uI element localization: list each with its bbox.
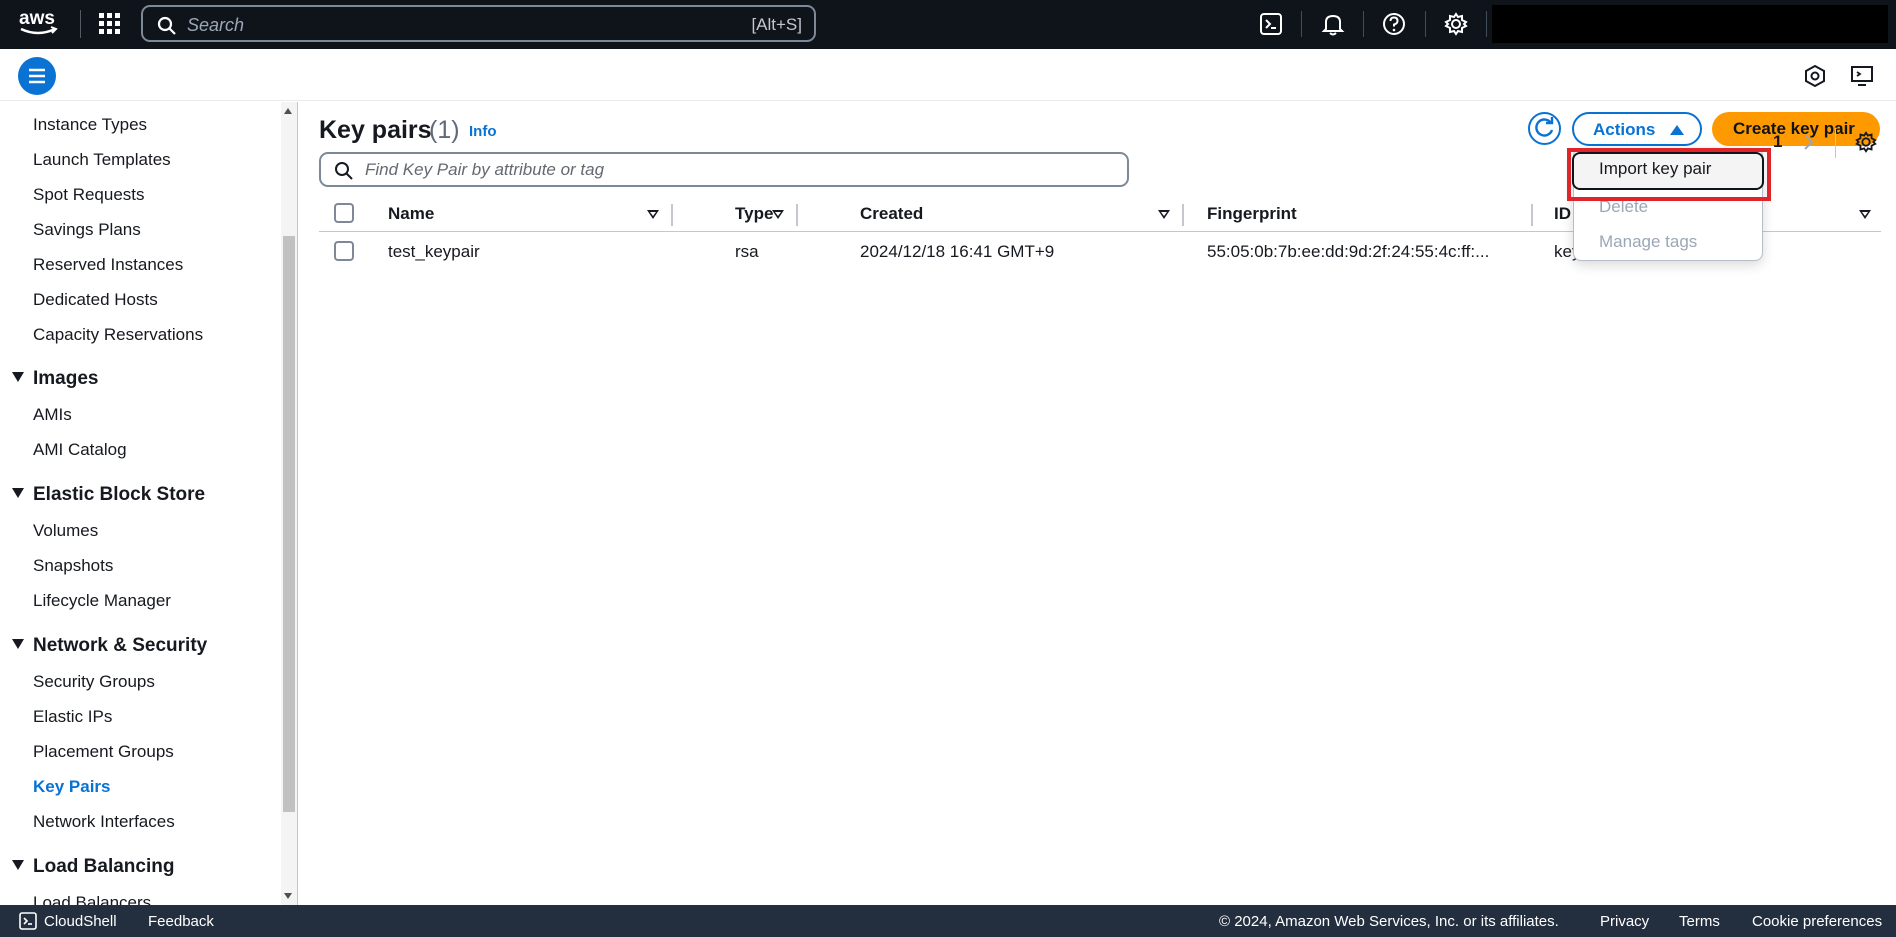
cell-type: rsa (735, 242, 759, 261)
terms-link[interactable]: Terms (1679, 913, 1720, 930)
column-header-created[interactable]: Created (860, 204, 923, 224)
privacy-link[interactable]: Privacy (1600, 913, 1649, 930)
search-icon (335, 162, 353, 180)
sidebar-scrollbar-thumb[interactable] (283, 236, 295, 812)
column-header-id[interactable]: ID (1554, 204, 1571, 224)
sidebar-item-network-interfaces[interactable]: Network Interfaces (33, 812, 175, 832)
sidebar-item-reserved-instances[interactable]: Reserved Instances (33, 255, 183, 275)
chevron-right-icon[interactable] (1802, 132, 1816, 152)
sidebar-item-savings-plans[interactable]: Savings Plans (33, 220, 141, 240)
column-resizer[interactable] (671, 204, 673, 226)
filter-placeholder: Find Key Pair by attribute or tag (365, 160, 605, 179)
scroll-down-icon[interactable] (284, 893, 292, 899)
hexagon-settings-icon[interactable] (1802, 63, 1828, 89)
divider (1486, 11, 1487, 37)
sidebar-item-ami-catalog[interactable]: AMI Catalog (33, 440, 127, 460)
actions-label: Actions (1593, 120, 1656, 139)
info-link[interactable]: Info (469, 123, 497, 140)
column-resizer[interactable] (1531, 204, 1533, 226)
sidebar-item-snapshots[interactable]: Snapshots (33, 556, 113, 576)
sort-icon[interactable] (772, 210, 784, 219)
expand-triangle-icon (12, 488, 24, 498)
cookie-preferences-link[interactable]: Cookie preferences (1752, 913, 1882, 930)
help-icon[interactable] (1381, 11, 1407, 37)
sidebar-item-spot-requests[interactable]: Spot Requests (33, 185, 145, 205)
column-resizer[interactable] (796, 204, 798, 226)
divider (1425, 11, 1426, 37)
sidebar-section-images[interactable]: Images (12, 368, 98, 390)
top-navigation-bar: aws Search [Alt+S] (0, 0, 1896, 49)
refresh-icon (1535, 117, 1554, 137)
secondary-toolbar (0, 49, 1896, 101)
sidebar-item-placement-groups[interactable]: Placement Groups (33, 742, 174, 762)
monitor-icon[interactable] (1849, 63, 1875, 89)
cell-name: test_keypair (388, 242, 480, 261)
item-count: (1) (429, 116, 460, 144)
sort-icon[interactable] (647, 210, 659, 219)
sidebar-item-volumes[interactable]: Volumes (33, 521, 98, 541)
bell-icon[interactable] (1320, 11, 1346, 37)
footer: CloudShell Feedback © 2024, Amazon Web S… (0, 905, 1896, 937)
sidebar-item-key-pairs[interactable]: Key Pairs (33, 777, 111, 797)
cell-created: 2024/12/18 16:41 GMT+9 (860, 242, 1055, 261)
scroll-up-icon[interactable] (284, 108, 292, 114)
svg-text:aws: aws (19, 8, 55, 29)
caret-up-icon (1670, 125, 1684, 135)
filter-input[interactable]: Find Key Pair by attribute or tag (319, 152, 1129, 187)
refresh-button[interactable] (1528, 112, 1561, 145)
divider (1835, 128, 1836, 158)
sidebar-item-capacity-reservations[interactable]: Capacity Reservations (33, 325, 203, 345)
feedback-link[interactable]: Feedback (148, 913, 214, 930)
sidebar-item-instance-types[interactable]: Instance Types (33, 115, 147, 135)
sort-icon[interactable] (1158, 210, 1170, 219)
row-checkbox[interactable] (334, 241, 354, 261)
expand-triangle-icon (12, 372, 24, 382)
sidebar-section-load-balancing[interactable]: Load Balancing (12, 856, 174, 878)
gear-icon[interactable] (1854, 130, 1878, 154)
cloudshell-link[interactable]: CloudShell (44, 913, 117, 930)
cloudshell-icon[interactable] (1258, 11, 1284, 37)
column-header-fingerprint[interactable]: Fingerprint (1207, 204, 1297, 224)
global-search-input[interactable]: Search [Alt+S] (141, 5, 816, 42)
side-navigation-toggle-button[interactable] (18, 57, 56, 95)
cell-fingerprint: 55:05:0b:7b:ee:dd:9d:2f:24:55:4c:ff:... (1207, 242, 1490, 261)
column-resizer[interactable] (1182, 204, 1184, 226)
sidebar-item-amis[interactable]: AMIs (33, 405, 72, 425)
divider (80, 10, 81, 38)
sidebar-item-security-groups[interactable]: Security Groups (33, 672, 155, 692)
expand-triangle-icon (12, 639, 24, 649)
cloudshell-icon[interactable] (19, 912, 37, 930)
column-header-name[interactable]: Name (388, 204, 434, 224)
highlight-annotation (1567, 148, 1771, 201)
sidebar-section-elastic-block-store[interactable]: Elastic Block Store (12, 484, 205, 506)
sort-icon[interactable] (1859, 210, 1871, 219)
grid-icon[interactable] (99, 13, 121, 35)
gear-icon[interactable] (1443, 11, 1469, 37)
search-placeholder: Search (187, 15, 245, 35)
search-icon (157, 16, 176, 35)
expand-triangle-icon (12, 860, 24, 870)
divider (1301, 11, 1302, 37)
aws-logo[interactable]: aws (17, 6, 61, 40)
page-title: Key pairs (319, 116, 432, 144)
sidebar-item-elastic-ips[interactable]: Elastic IPs (33, 707, 112, 727)
search-shortcut: [Alt+S] (751, 15, 802, 34)
sidebar-item-launch-templates[interactable]: Launch Templates (33, 150, 171, 170)
column-header-type[interactable]: Type (735, 204, 773, 224)
sidebar-item-lifecycle-manager[interactable]: Lifecycle Manager (33, 591, 171, 611)
page-number[interactable]: 1 (1773, 132, 1782, 152)
select-all-checkbox[interactable] (334, 203, 354, 223)
create-key-pair-label: Create key pair (1733, 119, 1855, 138)
sidebar-item-load-balancers[interactable]: Load Balancers (33, 893, 151, 905)
account-menu[interactable] (1492, 5, 1888, 43)
side-navigation: Instance Types Launch Templates Spot Req… (0, 102, 298, 905)
menu-icon (29, 68, 45, 84)
sidebar-item-dedicated-hosts[interactable]: Dedicated Hosts (33, 290, 158, 310)
divider (1363, 11, 1364, 37)
menu-item-manage-tags: Manage tags (1599, 232, 1698, 251)
copyright-text: © 2024, Amazon Web Services, Inc. or its… (1219, 913, 1559, 930)
actions-dropdown-button[interactable]: Actions (1572, 112, 1702, 146)
sidebar-section-network-security[interactable]: Network & Security (12, 635, 207, 657)
